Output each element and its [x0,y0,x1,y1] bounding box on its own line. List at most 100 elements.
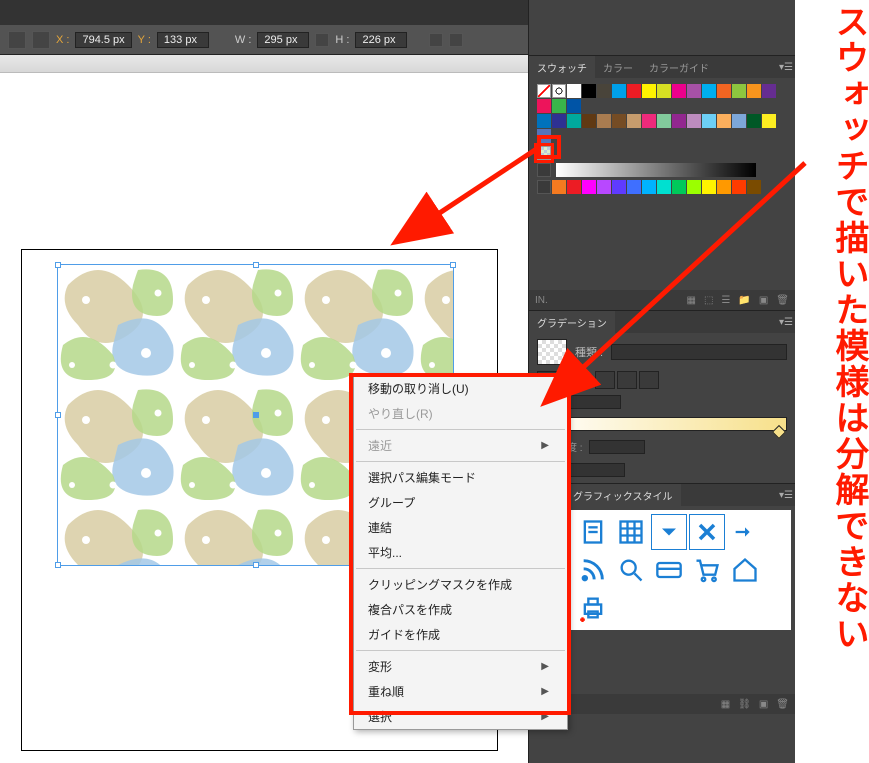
sym-print-plus-icon[interactable] [575,590,611,626]
swatch[interactable] [627,84,641,98]
swatch[interactable] [717,180,731,194]
swatch[interactable] [732,84,746,98]
tab-gradient[interactable]: グラデーション [529,311,615,334]
swatch[interactable] [702,180,716,194]
swatch[interactable] [612,180,626,194]
gradient-type-select[interactable] [611,344,787,360]
opacity-field[interactable] [589,440,645,454]
swatch[interactable] [702,84,716,98]
gs-delete-icon[interactable]: 🗑 [776,699,789,710]
swatch[interactable] [642,84,656,98]
sym-arrow-icon[interactable] [727,514,763,550]
swatch[interactable] [672,84,686,98]
position-field[interactable] [569,463,625,477]
swatch[interactable] [747,180,761,194]
grad-radial-btn[interactable] [617,371,637,389]
x-field[interactable]: 794.5 px [75,32,131,48]
gs-lib-icon[interactable]: ▦ [721,699,730,710]
panel-menu-icon[interactable]: ▾☰ [777,317,795,328]
swatch[interactable] [717,114,731,128]
sym-doc-icon[interactable] [575,514,611,550]
sym-cart-icon[interactable] [689,552,725,588]
swatch[interactable] [627,114,641,128]
anchor-grid-icon[interactable] [32,31,50,49]
menu-arrange[interactable]: 重ね順▶ [354,679,567,704]
swatch[interactable] [717,84,731,98]
menu-guides[interactable]: ガイドを作成 [354,622,567,647]
swatch[interactable] [657,114,671,128]
swatch[interactable] [762,84,776,98]
swatch[interactable] [597,84,611,98]
align-icon[interactable] [449,33,463,47]
swatch[interactable] [612,84,626,98]
sym-grid-icon[interactable] [613,514,649,550]
swatch[interactable] [552,180,566,194]
swatch[interactable] [597,114,611,128]
swatch[interactable] [552,99,566,113]
swatch[interactable] [537,114,551,128]
menu-compound[interactable]: 複合パスを作成 [354,597,567,622]
swatch[interactable] [672,114,686,128]
h-field[interactable]: 226 px [355,32,407,48]
swatch[interactable] [537,129,551,143]
swatch-lib-icon[interactable]: ▦ [687,295,696,306]
swatch[interactable] [612,114,626,128]
menu-average[interactable]: 平均... [354,540,567,565]
swatch[interactable] [687,180,701,194]
swatch[interactable] [687,84,701,98]
swatch[interactable] [567,99,581,113]
new-swatch-icon[interactable]: ▣ [759,295,768,306]
gradient-ramp[interactable] [537,417,787,431]
menu-group[interactable]: グループ [354,490,567,515]
swatch[interactable] [732,114,746,128]
menu-transform[interactable]: 変形▶ [354,654,567,679]
shear-icon[interactable] [429,33,443,47]
swatch[interactable] [702,114,716,128]
tab-color[interactable]: カラー [595,56,641,79]
new-group-icon[interactable]: 📁 [738,295,750,306]
swatch[interactable] [747,84,761,98]
swatch[interactable] [627,180,641,194]
menu-isolate[interactable]: 選択パス編集モード [354,465,567,490]
delete-swatch-icon[interactable]: 🗑 [776,295,789,306]
menu-undo[interactable]: 移動の取り消し(U) [354,376,567,401]
handle-bl[interactable] [55,562,61,568]
menu-select[interactable]: 選択▶ [354,704,567,729]
swatch-group-icon[interactable] [537,180,551,194]
tab-graphic-styles[interactable]: グラフィックスタイル [565,484,681,507]
swatch-group-icon[interactable] [537,163,551,177]
swatch[interactable] [567,84,581,98]
swatch[interactable] [552,114,566,128]
handle-tr[interactable] [450,262,456,268]
grayscale-ramp[interactable] [556,163,756,177]
gradient-preview[interactable] [537,339,567,365]
swatch[interactable] [762,114,776,128]
handle-tc[interactable] [253,262,259,268]
handle-center[interactable] [253,412,259,418]
sym-card-icon[interactable] [651,552,687,588]
sym-home-icon[interactable] [727,552,763,588]
swatch[interactable] [567,114,581,128]
tab-color-guide[interactable]: カラーガイド [641,56,717,79]
handle-ml[interactable] [55,412,61,418]
swatch[interactable] [582,180,596,194]
swatch[interactable] [687,114,701,128]
y-field[interactable]: 133 px [157,32,209,48]
sym-dropdown-icon[interactable] [651,514,687,550]
swatch[interactable] [582,84,596,98]
swatch[interactable] [672,180,686,194]
panel-menu-icon[interactable]: ▾☰ [777,490,795,501]
gs-new-icon[interactable]: ▣ [759,699,768,710]
gs-break-icon[interactable]: ⛓ [738,699,751,710]
swatch[interactable] [657,180,671,194]
swatch-view-icon[interactable]: ⬚ [704,295,713,306]
swatch-options-icon[interactable]: ☰ [721,295,730,306]
panel-menu-icon[interactable]: ▾☰ [777,62,795,73]
pattern-swatch[interactable] [537,146,551,160]
swatch[interactable] [732,180,746,194]
link-wh-icon[interactable] [315,33,329,47]
grad-reverse-btn[interactable] [639,371,659,389]
w-field[interactable]: 295 px [257,32,309,48]
sym-search-icon[interactable] [613,552,649,588]
menu-clip[interactable]: クリッピングマスクを作成 [354,572,567,597]
